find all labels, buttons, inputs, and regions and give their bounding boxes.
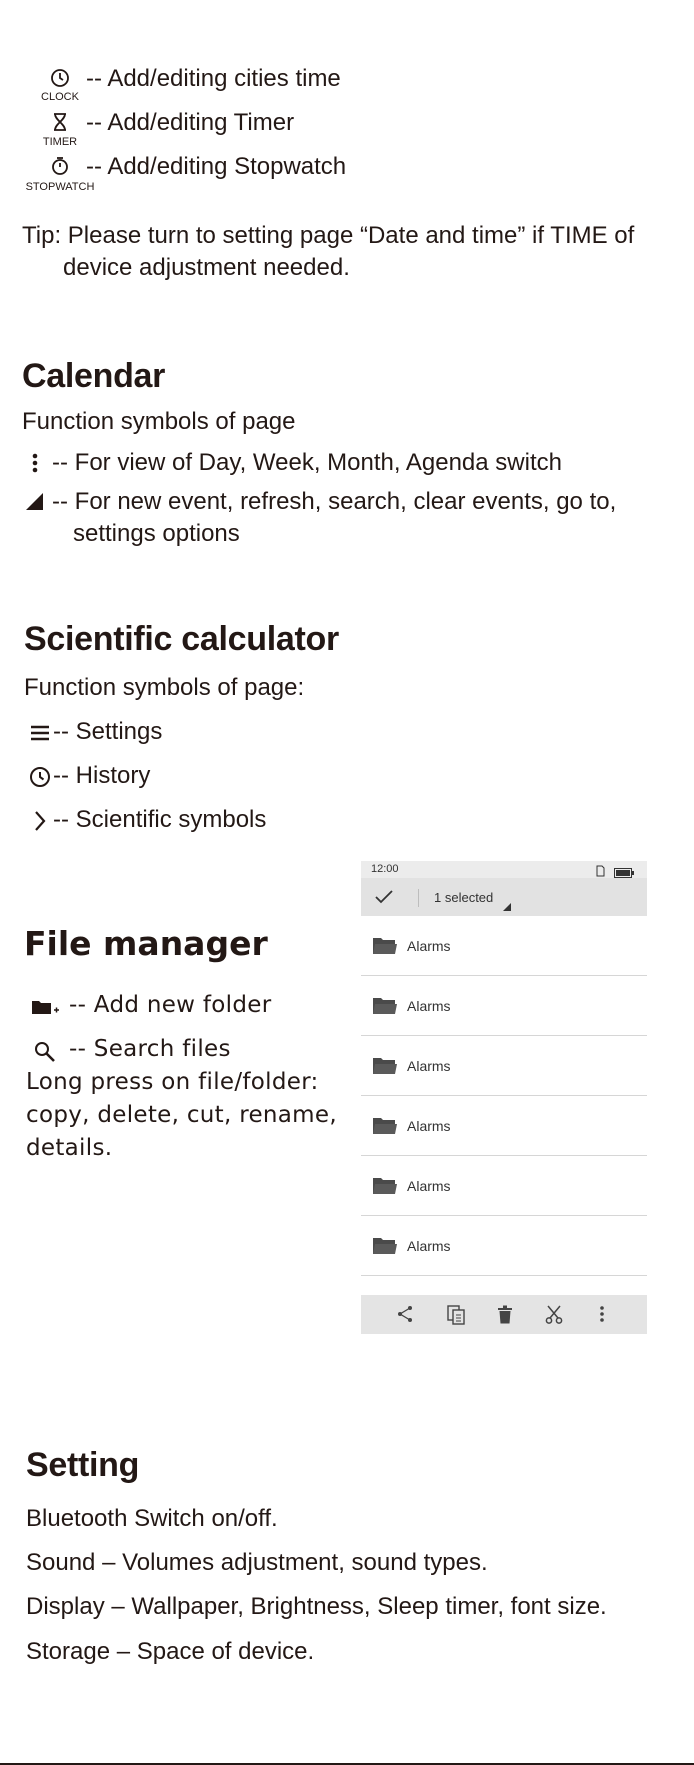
file-name: Alarms [407, 938, 451, 954]
add-folder-text: -- Add new folder [69, 992, 272, 1018]
vertical-dots-icon [31, 453, 39, 473]
long-press-line-2: copy, delete, cut, rename, [26, 1102, 337, 1128]
setting-sound-text: Sound – Volumes adjustment, sound types. [26, 1549, 488, 1576]
calendar-subtitle: Function symbols of page [22, 408, 296, 435]
file-name: Alarms [407, 998, 451, 1014]
delete-icon[interactable] [497, 1305, 513, 1329]
file-row[interactable]: Alarms [361, 1036, 647, 1096]
chevron-right-icon [34, 810, 46, 832]
add-folder-icon [31, 998, 59, 1016]
calendar-view-switch-text: -- For view of Day, Week, Month, Agenda … [52, 449, 562, 476]
file-row[interactable]: Alarms [361, 1096, 647, 1156]
file-row[interactable]: Alarms [361, 916, 647, 976]
search-icon [34, 1041, 56, 1063]
file-manager-screenshot: 12:00 1 selected Alarms Alarms Alarms Al… [361, 861, 647, 1334]
calculator-settings-text: -- Settings [53, 718, 163, 745]
file-row[interactable]: Alarms [361, 976, 647, 1036]
more-icon[interactable] [599, 1305, 605, 1328]
search-files-text: -- Search files [69, 1036, 231, 1062]
long-press-line-3: details. [26, 1135, 113, 1161]
stopwatch-caption: STOPWATCH [25, 181, 95, 193]
tip-line-2: device adjustment needed. [63, 254, 350, 281]
clock-icon [50, 68, 70, 88]
file-manager-heading: File manager [24, 924, 268, 963]
calculator-symbols-text: -- Scientific symbols [53, 806, 267, 833]
status-bar: 12:00 [361, 861, 647, 878]
bottom-toolbar [361, 1295, 647, 1334]
folder-icon [372, 1176, 398, 1201]
file-row[interactable]: Alarms [361, 1216, 647, 1276]
clock-description: -- Add/editing cities time [86, 65, 341, 92]
calculator-heading: Scientific calculator [24, 620, 339, 658]
folder-icon [372, 1116, 398, 1141]
file-name: Alarms [407, 1178, 451, 1194]
share-icon[interactable] [396, 1305, 414, 1328]
status-time: 12:00 [371, 863, 399, 875]
folder-icon [372, 1056, 398, 1081]
stopwatch-icon [50, 156, 70, 176]
file-name: Alarms [407, 1058, 451, 1074]
calendar-heading: Calendar [22, 357, 166, 395]
action-bar-divider [418, 889, 419, 907]
setting-heading: Setting [26, 1446, 140, 1484]
history-clock-icon [29, 766, 51, 788]
hourglass-icon [51, 112, 69, 132]
tip-line-1: Tip: Please turn to setting page “Date a… [22, 222, 635, 249]
calculator-history-text: -- History [53, 762, 151, 789]
folder-icon [372, 996, 398, 1021]
selected-count[interactable]: 1 selected [434, 890, 493, 905]
file-name: Alarms [407, 1238, 451, 1254]
dropdown-triangle-icon[interactable] [503, 898, 511, 916]
setting-display-text: Display – Wallpaper, Brightness, Sleep t… [26, 1593, 607, 1620]
file-name: Alarms [407, 1118, 451, 1134]
setting-storage-text: Storage – Space of device. [26, 1638, 315, 1665]
check-icon[interactable] [375, 890, 393, 909]
calculator-subtitle: Function symbols of page: [24, 674, 305, 701]
timer-description: -- Add/editing Timer [86, 109, 295, 136]
long-press-line-1: Long press on file/folder: [26, 1069, 319, 1095]
calendar-options-text-1: -- For new event, refresh, search, clear… [52, 488, 617, 515]
copy-icon[interactable] [447, 1305, 465, 1330]
corner-triangle-icon [26, 493, 44, 510]
menu-lines-icon [30, 724, 50, 742]
action-bar: 1 selected [361, 878, 647, 916]
folder-icon [372, 1236, 398, 1261]
calendar-options-text-2: settings options [73, 520, 240, 547]
setting-bluetooth-text: Bluetooth Switch on/off. [26, 1505, 278, 1532]
timer-caption: TIMER [42, 136, 78, 148]
folder-icon [372, 936, 398, 961]
file-row[interactable]: Alarms [361, 1156, 647, 1216]
stopwatch-description: -- Add/editing Stopwatch [86, 153, 347, 180]
clock-caption: CLOCK [41, 91, 79, 103]
cut-icon[interactable] [545, 1305, 563, 1329]
